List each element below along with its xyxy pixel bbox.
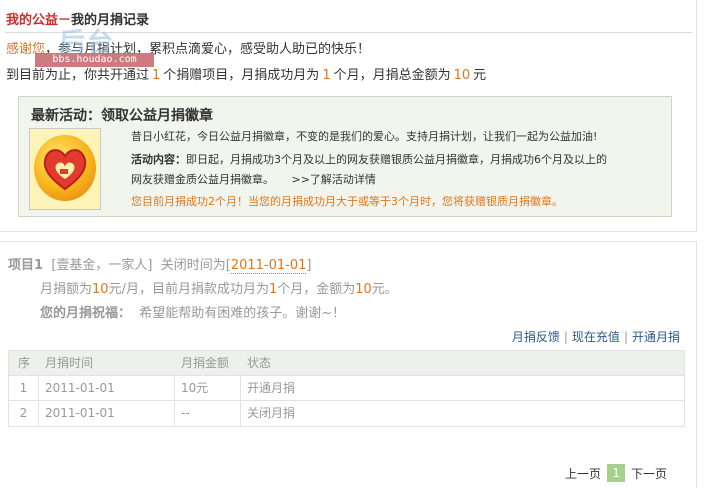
close-label: 关闭时间为[ bbox=[160, 258, 231, 273]
header-date: 月捐时间 bbox=[45, 356, 94, 370]
project-label: 项目1 bbox=[8, 258, 44, 273]
pagination: 上一页 1 下一页 bbox=[565, 464, 667, 482]
total-amount: 10 bbox=[453, 68, 471, 83]
summary-mid2: 个月，月捐总金额为 bbox=[333, 68, 451, 83]
badge-image bbox=[29, 128, 101, 210]
cell-date: 2011-01-01 bbox=[39, 376, 175, 400]
next-page-button[interactable]: 下一页 bbox=[631, 465, 667, 482]
summary-prefix: 到目前为止，你共开通过 bbox=[6, 68, 150, 83]
activity-content-2: 网友获赠金质公益月捐徽章。 >>了解活动详情 bbox=[131, 171, 376, 187]
cell-date: 2011-01-01 bbox=[39, 401, 175, 426]
activity-status: 您目前月捐成功2个月！当您的月捐成功月大于或等于3个月时，您将获赠银质月捐徽章。 bbox=[131, 195, 563, 208]
recharge-link[interactable]: 现在充值 bbox=[568, 330, 624, 344]
activity-content-text-2: 网友获赠金质公益月捐徽章。 bbox=[131, 173, 274, 186]
heart-icon bbox=[43, 149, 87, 191]
close-end: ] bbox=[306, 258, 312, 273]
months-value: 1 bbox=[268, 282, 278, 297]
records-table: 序 月捐时间 月捐金额 状态 1 2011-01-01 10元 开通月捐 2 2… bbox=[8, 350, 685, 427]
activity-more-link[interactable]: >>了解活动详情 bbox=[291, 173, 375, 186]
wish-label: 您的月捐祝福： bbox=[40, 306, 132, 321]
activity-content-label: 活动内容： bbox=[131, 153, 186, 166]
cell-status: 开通月捐 bbox=[247, 381, 296, 395]
wish-text: 希望能帮助有困难的孩子。谢谢~！ bbox=[139, 306, 346, 321]
header-amount: 月捐金额 bbox=[181, 356, 230, 370]
current-page[interactable]: 1 bbox=[607, 464, 626, 482]
header-status: 状态 bbox=[247, 356, 272, 370]
activity-content: 活动内容：即日起，月捐成功3个月及以上的网友获赠银质公益月捐徽章，月捐成功6个月… bbox=[131, 151, 607, 167]
cell-amount: 10元 bbox=[175, 376, 241, 400]
summary-mid1: 个捐赠项目，月捐成功月为 bbox=[163, 68, 320, 83]
activity-title: 最新活动：领取公益月捐徽章 bbox=[31, 108, 213, 124]
amount-value: 10 bbox=[92, 282, 109, 297]
activity-content-text: 即日起，月捐成功3个月及以上的网友获赠银质公益月捐徽章，月捐成功6个月及以上的 bbox=[186, 153, 607, 166]
total-value: 10 bbox=[355, 282, 372, 297]
project-amount-line: 月捐额为10元/月，目前月捐款成功月为1个月，金额为10元。 bbox=[40, 278, 398, 297]
my-records-panel: 我的公益－我的月捐记录 感谢您，参与月捐计划，累积点滴爱心，感受助人助已的快乐！… bbox=[0, 0, 697, 232]
project-header: 项目1 [壹基金，一家人] 关闭时间为[2011-01-01] bbox=[8, 254, 312, 274]
close-date: 2011-01-01 bbox=[230, 258, 307, 274]
open-link[interactable]: 开通月捐 bbox=[628, 330, 684, 344]
success-months: 1 bbox=[322, 68, 331, 83]
header-index: 序 bbox=[17, 356, 30, 370]
table-row: 2 2011-01-01 -- 关闭月捐 bbox=[9, 401, 684, 426]
total-unit: 元。 bbox=[371, 282, 398, 297]
table-row: 1 2011-01-01 10元 开通月捐 bbox=[9, 376, 684, 401]
forum-watermark: 后台 bbs.houdao.com bbox=[35, 16, 155, 70]
feedback-link[interactable]: 月捐反馈 bbox=[508, 330, 564, 344]
cell-amount: -- bbox=[175, 401, 241, 426]
projects-count: 1 bbox=[152, 68, 161, 83]
wish-line: 您的月捐祝福： 希望能帮助有困难的孩子。谢谢~！ bbox=[40, 302, 345, 321]
cell-index: 2 bbox=[9, 401, 39, 426]
activity-intro: 昔日小红花，今日公益月捐徽章，不变的是我们的爱心。支持月捐计划，让我们一起为公益… bbox=[131, 130, 598, 143]
cell-status: 关闭月捐 bbox=[247, 406, 296, 420]
amount-unit: 元/月，目前月捐款成功月为 bbox=[108, 282, 269, 297]
activity-box: 最新活动：领取公益月捐徽章 昔日小红花，今日公益月捐徽章，不变的是我们的爱心。支… bbox=[18, 96, 672, 217]
watermark-url: bbs.houdao.com bbox=[35, 53, 154, 67]
months-mid: 个月，金额为 bbox=[277, 282, 356, 297]
table-header: 序 月捐时间 月捐金额 状态 bbox=[9, 351, 684, 376]
prev-page-button[interactable]: 上一页 bbox=[565, 465, 601, 482]
amount-prefix: 月捐额为 bbox=[40, 282, 93, 297]
project-panel: 项目1 [壹基金，一家人] 关闭时间为[2011-01-01] 月捐额为10元/… bbox=[0, 241, 697, 488]
project-org[interactable]: [壹基金，一家人] bbox=[51, 258, 152, 273]
action-links: 月捐反馈 | 现在充值 | 开通月捐 bbox=[508, 328, 684, 345]
cell-index: 1 bbox=[9, 376, 39, 400]
summary-unit: 元 bbox=[473, 68, 487, 83]
